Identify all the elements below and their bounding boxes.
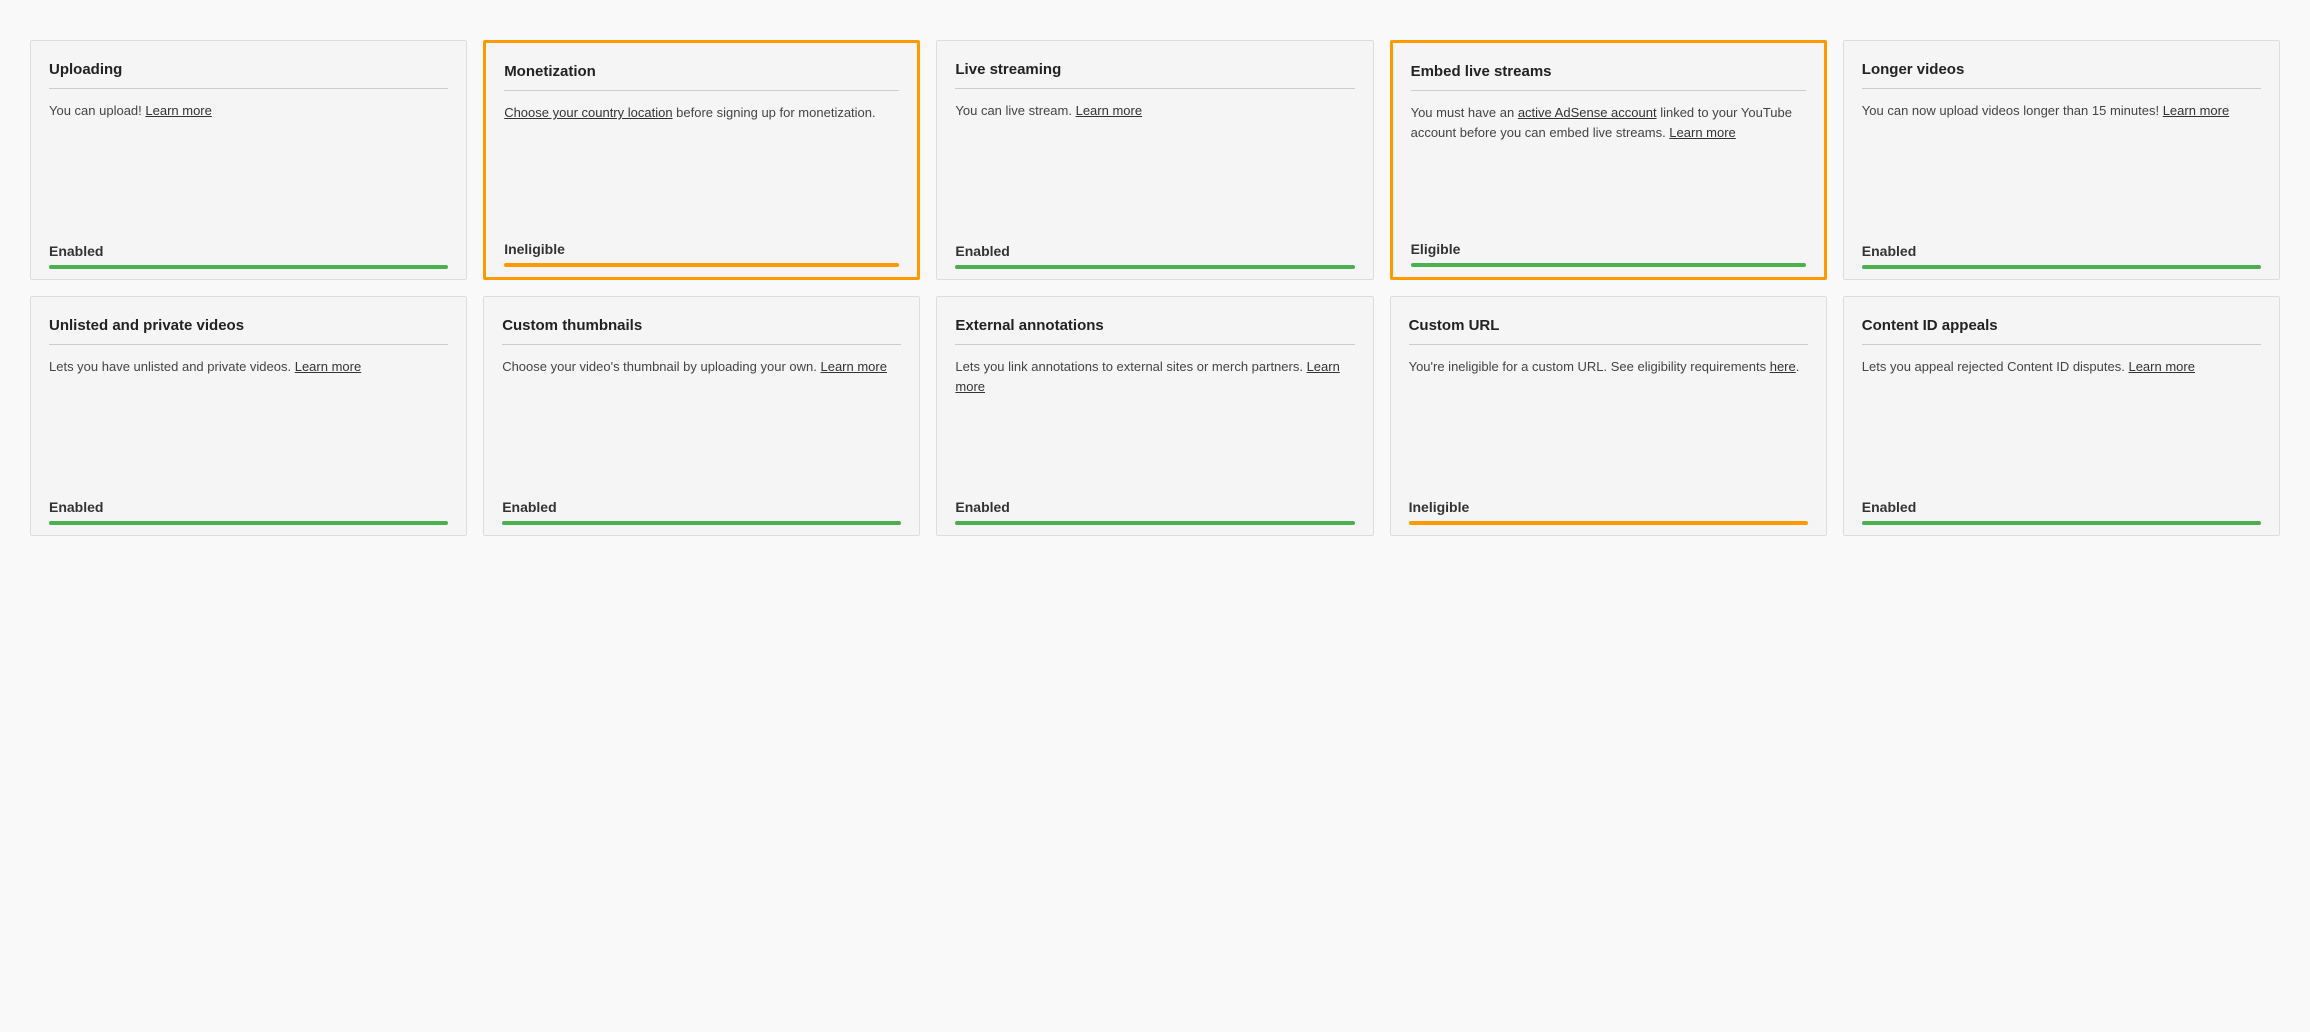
card-title-live-streaming: Live streaming bbox=[955, 61, 1354, 89]
card-uploading: Uploading You can upload! Learn more Enabl… bbox=[30, 40, 467, 280]
card-status-custom-url: Ineligible bbox=[1409, 499, 1808, 515]
card-inner-content-id-appeals: Content ID appeals Lets you appeal reject… bbox=[1844, 297, 2279, 484]
card-description-custom-url: You're ineligible for a custom URL. See … bbox=[1409, 357, 1808, 470]
card-title-external-annotations: External annotations bbox=[955, 317, 1354, 345]
card-status-embed-live-streams: Eligible bbox=[1411, 241, 1806, 257]
card-external-annotations: External annotations Lets you link annota… bbox=[936, 296, 1373, 536]
status-bar-longer-videos bbox=[1862, 265, 2261, 269]
card-footer-longer-videos: Enabled bbox=[1844, 228, 2279, 279]
card-description-unlisted-private-videos: Lets you have unlisted and private video… bbox=[49, 357, 448, 470]
card-inner-unlisted-private-videos: Unlisted and private videos Lets you have… bbox=[31, 297, 466, 484]
status-bar-monetization bbox=[504, 263, 899, 267]
card-live-streaming: Live streaming You can live stream. Learn… bbox=[936, 40, 1373, 280]
card-footer-live-streaming: Enabled bbox=[937, 228, 1372, 279]
card-description-external-annotations: Lets you link annotations to external si… bbox=[955, 357, 1354, 470]
card-description-monetization: Choose your country location before sign… bbox=[504, 103, 899, 212]
link-monetization[interactable]: Choose your country location bbox=[504, 105, 672, 120]
learn-more-link-unlisted-private-videos[interactable]: Learn more bbox=[295, 359, 361, 374]
learn-more-link-longer-videos[interactable]: Learn more bbox=[2163, 103, 2229, 118]
card-inner-live-streaming: Live streaming You can live stream. Learn… bbox=[937, 41, 1372, 228]
card-footer-uploading: Enabled bbox=[31, 228, 466, 279]
card-title-uploading: Uploading bbox=[49, 61, 448, 89]
link-embed-live-streams[interactable]: active AdSense account bbox=[1518, 105, 1657, 120]
card-inner-embed-live-streams: Embed live streams You must have an activ… bbox=[1393, 43, 1824, 226]
card-status-content-id-appeals: Enabled bbox=[1862, 499, 2261, 515]
card-title-monetization: Monetization bbox=[504, 63, 899, 91]
card-inner-uploading: Uploading You can upload! Learn more bbox=[31, 41, 466, 228]
card-inner-external-annotations: External annotations Lets you link annota… bbox=[937, 297, 1372, 484]
card-custom-url: Custom URL You're ineligible for a custom… bbox=[1390, 296, 1827, 536]
card-content-id-appeals: Content ID appeals Lets you appeal reject… bbox=[1843, 296, 2280, 536]
card-status-custom-thumbnails: Enabled bbox=[502, 499, 901, 515]
status-bar-content-id-appeals bbox=[1862, 521, 2261, 525]
card-description-custom-thumbnails: Choose your video's thumbnail by uploadi… bbox=[502, 357, 901, 470]
card-monetization: Monetization Choose your country location… bbox=[483, 40, 920, 280]
card-description-live-streaming: You can live stream. Learn more bbox=[955, 101, 1354, 214]
card-title-custom-thumbnails: Custom thumbnails bbox=[502, 317, 901, 345]
card-title-custom-url: Custom URL bbox=[1409, 317, 1808, 345]
card-status-unlisted-private-videos: Enabled bbox=[49, 499, 448, 515]
status-bar-live-streaming bbox=[955, 265, 1354, 269]
status-bar-external-annotations bbox=[955, 521, 1354, 525]
card-inner-longer-videos: Longer videos You can now upload videos l… bbox=[1844, 41, 2279, 228]
card-inner-custom-thumbnails: Custom thumbnails Choose your video's thu… bbox=[484, 297, 919, 484]
page-wrapper: Uploading You can upload! Learn more Enabl… bbox=[0, 0, 2310, 592]
link-embed-live-streams[interactable]: Learn more bbox=[1669, 125, 1735, 140]
card-inner-custom-url: Custom URL You're ineligible for a custom… bbox=[1391, 297, 1826, 484]
status-bar-embed-live-streams bbox=[1411, 263, 1806, 267]
card-row-0: Uploading You can upload! Learn more Enabl… bbox=[30, 40, 2280, 280]
card-longer-videos: Longer videos You can now upload videos l… bbox=[1843, 40, 2280, 280]
card-footer-custom-url: Ineligible bbox=[1391, 484, 1826, 535]
card-footer-unlisted-private-videos: Enabled bbox=[31, 484, 466, 535]
card-description-uploading: You can upload! Learn more bbox=[49, 101, 448, 214]
card-footer-custom-thumbnails: Enabled bbox=[484, 484, 919, 535]
card-description-longer-videos: You can now upload videos longer than 15… bbox=[1862, 101, 2261, 214]
card-title-embed-live-streams: Embed live streams bbox=[1411, 63, 1806, 91]
learn-more-link-content-id-appeals[interactable]: Learn more bbox=[2128, 359, 2194, 374]
status-bar-custom-url bbox=[1409, 521, 1808, 525]
card-footer-embed-live-streams: Eligible bbox=[1393, 226, 1824, 277]
card-row-1: Unlisted and private videos Lets you have… bbox=[30, 296, 2280, 536]
link-custom-url[interactable]: here bbox=[1770, 359, 1796, 374]
learn-more-link-live-streaming[interactable]: Learn more bbox=[1076, 103, 1142, 118]
card-footer-content-id-appeals: Enabled bbox=[1844, 484, 2279, 535]
learn-more-link-custom-thumbnails[interactable]: Learn more bbox=[820, 359, 886, 374]
status-bar-unlisted-private-videos bbox=[49, 521, 448, 525]
learn-more-link-uploading[interactable]: Learn more bbox=[145, 103, 211, 118]
card-footer-monetization: Ineligible bbox=[486, 226, 917, 277]
card-title-content-id-appeals: Content ID appeals bbox=[1862, 317, 2261, 345]
card-status-live-streaming: Enabled bbox=[955, 243, 1354, 259]
card-status-external-annotations: Enabled bbox=[955, 499, 1354, 515]
card-embed-live-streams: Embed live streams You must have an activ… bbox=[1390, 40, 1827, 280]
card-description-content-id-appeals: Lets you appeal rejected Content ID disp… bbox=[1862, 357, 2261, 470]
status-bar-custom-thumbnails bbox=[502, 521, 901, 525]
card-footer-external-annotations: Enabled bbox=[937, 484, 1372, 535]
learn-more-link-external-annotations[interactable]: Learn more bbox=[955, 359, 1339, 394]
card-title-unlisted-private-videos: Unlisted and private videos bbox=[49, 317, 448, 345]
card-status-uploading: Enabled bbox=[49, 243, 448, 259]
card-status-longer-videos: Enabled bbox=[1862, 243, 2261, 259]
status-bar-uploading bbox=[49, 265, 448, 269]
card-inner-monetization: Monetization Choose your country location… bbox=[486, 43, 917, 226]
card-status-monetization: Ineligible bbox=[504, 241, 899, 257]
card-description-embed-live-streams: You must have an active AdSense account … bbox=[1411, 103, 1806, 212]
card-custom-thumbnails: Custom thumbnails Choose your video's thu… bbox=[483, 296, 920, 536]
card-unlisted-private-videos: Unlisted and private videos Lets you have… bbox=[30, 296, 467, 536]
card-title-longer-videos: Longer videos bbox=[1862, 61, 2261, 89]
